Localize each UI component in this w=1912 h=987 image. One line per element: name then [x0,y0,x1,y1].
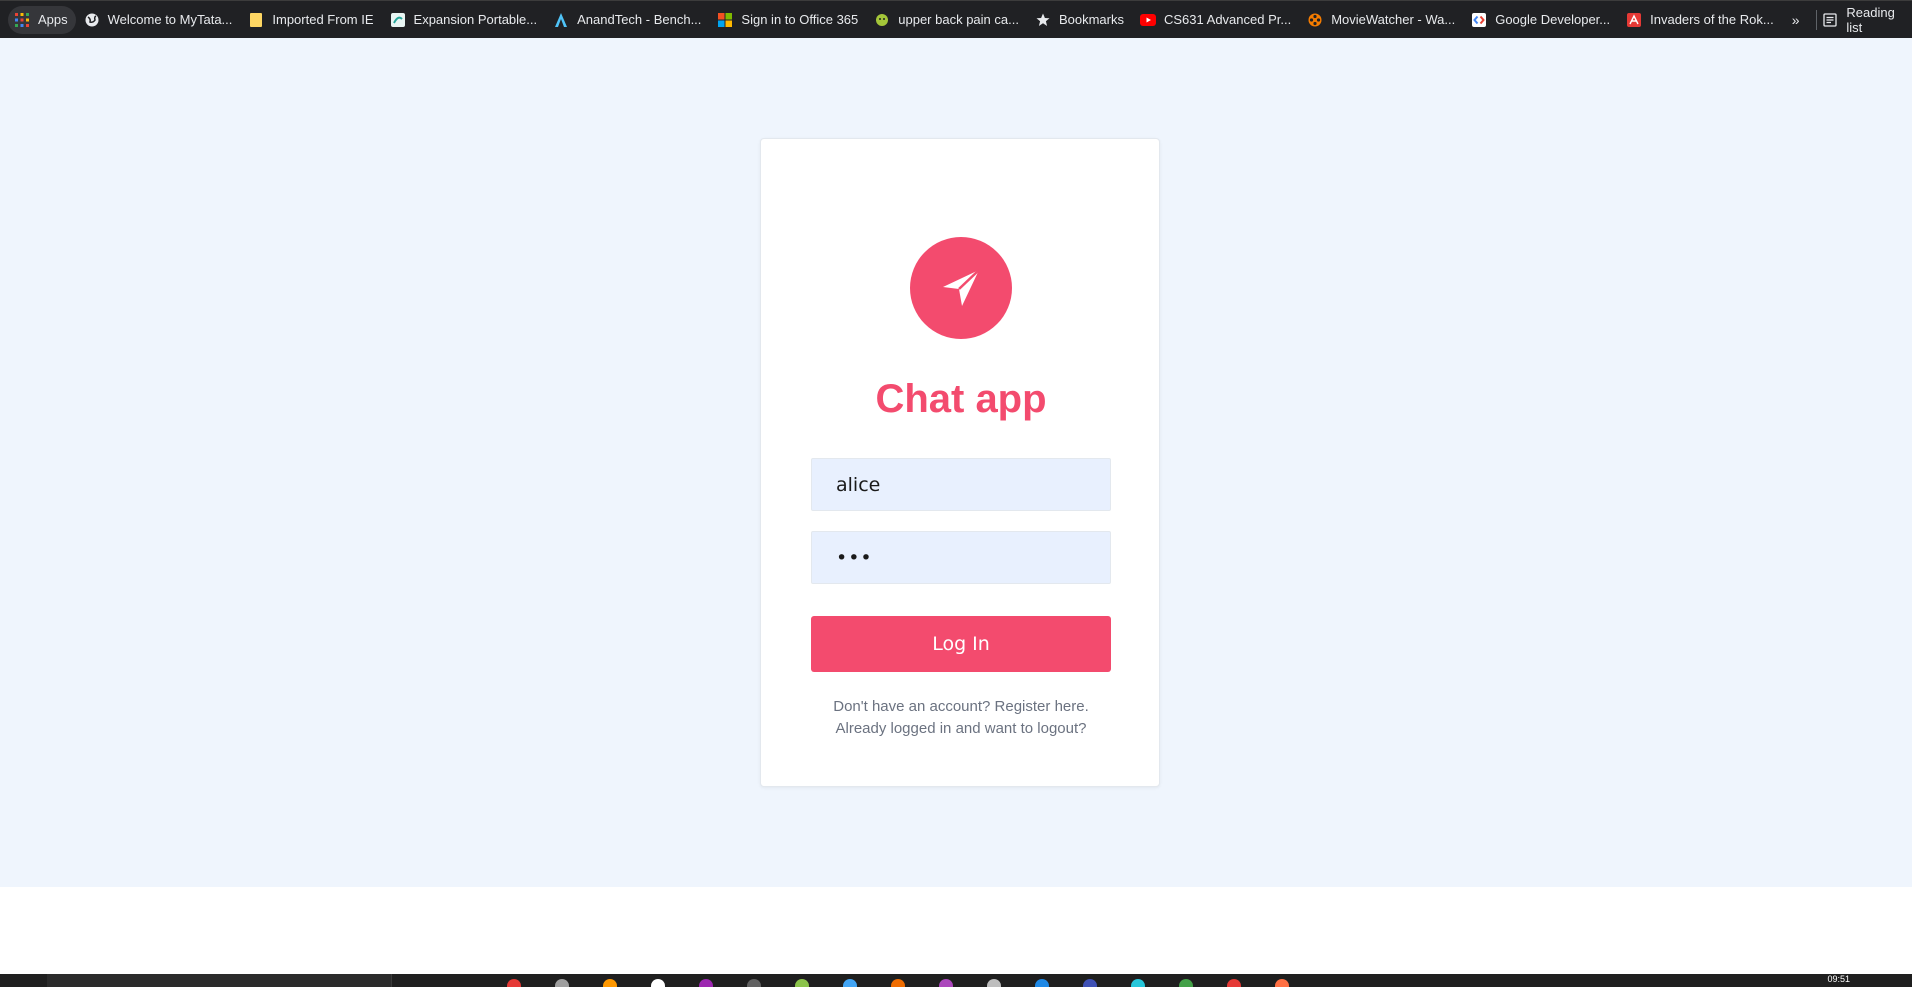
bookmark-moviewatcher[interactable]: MovieWatcher - Wa... [1299,6,1463,34]
auth-links: Don't have an account? Register here. Al… [761,696,1161,740]
paper-plane-icon [910,237,1012,339]
reading-list-button[interactable]: Reading list [1822,5,1912,35]
taskbar-icons [507,974,1323,987]
android-icon [874,12,890,28]
app-icon[interactable] [1227,979,1241,987]
login-card: Chat app Log In Don't have an account? R… [760,138,1160,787]
app-icon[interactable] [1179,979,1193,987]
logout-link[interactable]: Already logged in and want to logout? [761,718,1161,740]
page-background: Chat app Log In Don't have an account? R… [0,38,1912,887]
bookmark-label: CS631 Advanced Pr... [1164,12,1292,27]
chrome-icon[interactable] [507,979,521,987]
bookmark-label: Sign in to Office 365 [741,12,859,27]
app-icon[interactable] [603,979,617,987]
app-icon[interactable] [699,979,713,987]
bookmarks-overflow-button[interactable]: » [1782,12,1810,28]
globe-icon [84,12,100,28]
bookmark-label: AnandTech - Bench... [577,12,702,27]
youtube-icon [1140,12,1156,28]
taskbar-search-box[interactable] [47,974,392,987]
password-input[interactable] [811,531,1111,584]
bookmark-label: Google Developer... [1495,12,1611,27]
bookmark-invaders[interactable]: Invaders of the Rok... [1618,6,1782,34]
login-button[interactable]: Log In [811,616,1111,672]
register-link[interactable]: Don't have an account? Register here. [761,696,1161,718]
taskbar-clock: 09:51 [1827,974,1850,984]
bookmark-google-developers[interactable]: Google Developer... [1463,6,1618,34]
bookmarks-bar: Apps Welcome to MyTata... Imported From … [0,0,1912,38]
microsoft-icon [717,12,733,28]
app-icon[interactable] [1083,979,1097,987]
app-icon[interactable] [651,979,665,987]
bookmark-label: Imported From IE [272,12,374,27]
bookmark-expansion-portable[interactable]: Expansion Portable... [382,6,546,34]
bookmark-label: Apps [38,12,68,27]
bookmark-bookmarks[interactable]: Bookmarks [1027,6,1132,34]
bookmark-label: Expansion Portable... [413,12,538,27]
username-input[interactable] [811,458,1111,511]
bookmark-office-365[interactable]: Sign in to Office 365 [709,6,866,34]
app-icon[interactable] [1131,979,1145,987]
bookmark-mytata[interactable]: Welcome to MyTata... [76,6,241,34]
reading-list-label: Reading list [1846,4,1895,35]
app-icon[interactable] [939,979,953,987]
bookmark-label: Bookmarks [1058,12,1124,27]
bookmark-cs631[interactable]: CS631 Advanced Pr... [1132,6,1299,34]
bookmark-label: Welcome to MyTata... [107,12,233,27]
app-icon[interactable] [795,979,809,987]
folder-icon [248,12,264,28]
app-icon[interactable] [1275,979,1289,987]
app-icon[interactable] [843,979,857,987]
bookmark-upper-back-pain[interactable]: upper back pain ca... [866,6,1027,34]
reading-list-icon [1822,12,1838,28]
bookmark-apps[interactable]: Apps [8,5,76,34]
app-icon[interactable] [1035,979,1049,987]
app-icon[interactable] [747,979,761,987]
film-reel-icon [1307,12,1323,28]
seagate-icon [390,12,406,28]
app-icon[interactable] [891,979,905,987]
bookmark-imported-from-ie[interactable]: Imported From IE [240,6,381,34]
bookmarks-divider [1815,9,1817,30]
bookmark-label: MovieWatcher - Wa... [1331,12,1456,27]
star-icon [1035,12,1051,28]
bookmark-label: upper back pain ca... [898,12,1019,27]
google-developers-icon [1471,12,1487,28]
taskbar: 09:51 [0,974,1912,987]
app-title: Chat app [875,377,1047,421]
anandtech-icon [553,12,569,28]
app-icon[interactable] [987,979,1001,987]
bookmark-label: Invaders of the Rok... [1650,12,1774,27]
blank-area [0,887,1912,974]
acrobat-icon [1626,12,1642,28]
folder-icon[interactable] [555,979,569,987]
bookmark-anandtech[interactable]: AnandTech - Bench... [545,6,709,34]
apps-grid-icon [14,12,30,28]
